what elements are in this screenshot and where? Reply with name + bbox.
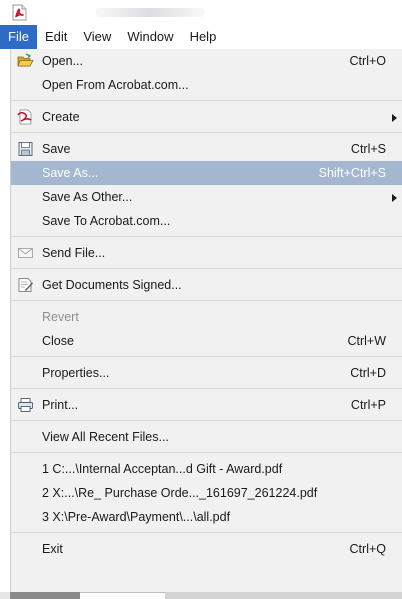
menu-item-save-to-acrobat[interactable]: Save To Acrobat.com... [11,209,402,233]
menu-item-close-label: Close [42,334,74,348]
document-tab-edge [80,592,165,599]
envelope-icon [18,248,33,258]
submenu-arrow-icon [392,114,397,122]
menu-window[interactable]: Window [119,25,181,49]
folder-open-icon [17,53,34,67]
printer-icon [18,398,33,412]
menu-item-save-to-acrobat-label: Save To Acrobat.com... [42,214,171,228]
document-tab-edge [165,592,402,599]
menu-item-open-from-acrobat[interactable]: Open From Acrobat.com... [11,73,402,97]
menu-edit[interactable]: Edit [37,25,75,49]
menu-item-open-label: Open... [42,54,83,68]
menu-item-create-label: Create [42,110,80,124]
menu-item-send-file-label: Send File... [42,246,106,260]
menu-item-save-as-shortcut: Shift+Ctrl+S [318,166,386,180]
sign-document-icon [18,278,33,292]
menu-item-view-all-recent[interactable]: View All Recent Files... [11,425,402,449]
menu-item-save[interactable]: Save Ctrl+S [11,137,402,161]
submenu-arrow-icon [392,194,397,202]
menu-item-revert: Revert [11,305,402,329]
menu-item-exit[interactable]: Exit Ctrl+Q [11,537,402,561]
floppy-disk-icon [18,142,33,156]
menu-item-exit-shortcut: Ctrl+Q [349,542,386,556]
recent-file-label: 3 X:\Pre-Award\Payment\...\all.pdf [42,510,231,524]
menu-separator [11,236,402,237]
menu-item-print[interactable]: Print... Ctrl+P [11,393,402,417]
menu-separator [11,100,402,101]
create-pdf-icon [17,109,32,125]
document-tab-edge [10,592,80,599]
recent-file-item[interactable]: 3 X:\Pre-Award\Payment\...\all.pdf [11,505,402,529]
menu-item-save-as-other-label: Save As Other... [42,190,133,204]
recent-file-label: 1 C:...\Internal Acceptan...d Gift - Awa… [42,462,283,476]
menu-item-properties-shortcut: Ctrl+D [350,366,386,380]
menu-item-properties[interactable]: Properties... Ctrl+D [11,361,402,385]
menu-item-get-documents-signed-label: Get Documents Signed... [42,278,182,292]
window-title-redacted [95,8,205,17]
menu-item-save-shortcut: Ctrl+S [350,142,386,156]
menu-item-exit-label: Exit [42,542,63,556]
menu-item-send-file[interactable]: Send File... [11,241,402,265]
menu-help[interactable]: Help [182,25,225,49]
menu-separator [11,420,402,421]
menu-item-open-shortcut: Ctrl+O [349,54,386,68]
menu-item-print-shortcut: Ctrl+P [350,398,386,412]
menu-item-close[interactable]: Close Ctrl+W [11,329,402,353]
menu-separator [11,300,402,301]
menu-item-create[interactable]: Create [11,105,402,129]
menu-item-get-documents-signed[interactable]: Get Documents Signed... [11,273,402,297]
title-bar [0,0,402,25]
menu-item-properties-label: Properties... [42,366,110,380]
menu-item-save-as-other[interactable]: Save As Other... [11,185,402,209]
menu-item-save-as[interactable]: Save As... Shift+Ctrl+S [11,161,402,185]
menu-item-save-as-label: Save As... [42,166,99,180]
menu-separator [11,532,402,533]
menu-file[interactable]: File [0,25,37,49]
menu-separator [11,356,402,357]
recent-file-item[interactable]: 2 X:...\Re_ Purchase Orde..._161697_2612… [11,481,402,505]
menu-separator [11,132,402,133]
menu-item-open[interactable]: Open... Ctrl+O [11,49,402,73]
document-area-edge [0,592,402,599]
menu-item-save-label: Save [42,142,71,156]
menu-separator [11,268,402,269]
menu-item-revert-label: Revert [42,310,79,324]
acrobat-app-icon[interactable] [12,4,27,21]
menu-bar: File Edit View Window Help [0,25,402,49]
menu-view[interactable]: View [75,25,119,49]
recent-file-label: 2 X:...\Re_ Purchase Orde..._161697_2612… [42,486,318,500]
menu-item-close-shortcut: Ctrl+W [347,334,386,348]
menu-item-view-all-recent-label: View All Recent Files... [42,430,169,444]
menu-item-open-from-acrobat-label: Open From Acrobat.com... [42,78,189,92]
menu-separator [11,388,402,389]
file-menu-dropdown: Open... Ctrl+O Open From Acrobat.com... … [10,49,402,592]
recent-file-item[interactable]: 1 C:...\Internal Acceptan...d Gift - Awa… [11,457,402,481]
menu-item-print-label: Print... [42,398,79,412]
menu-separator [11,452,402,453]
